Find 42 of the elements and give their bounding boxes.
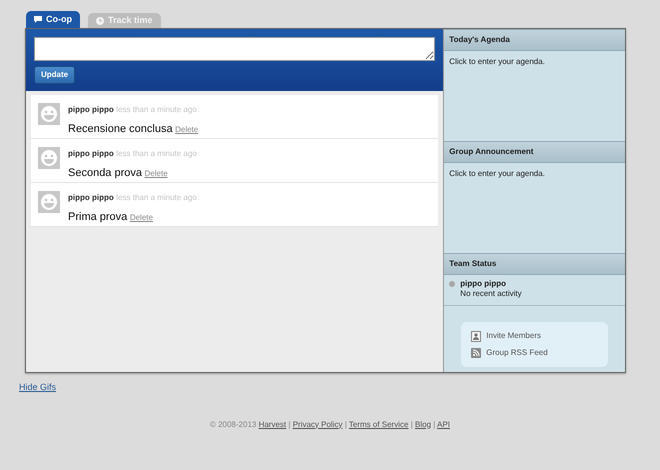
delete-link[interactable]: Delete [130, 212, 153, 222]
member-name: pippo pippo [460, 279, 508, 289]
sidebar-link[interactable]: Invite Members [471, 330, 598, 342]
member-status: No recent activity [460, 289, 522, 299]
update-button[interactable]: Update [34, 66, 76, 84]
person-icon [471, 330, 482, 342]
separator: | [288, 420, 290, 428]
post-time: less than a minute ago [116, 149, 197, 158]
section-header: Group Announcement [444, 141, 625, 163]
author-name: pippo pippo [68, 193, 114, 202]
post-time: less than a minute ago [116, 105, 197, 114]
status-field[interactable] [34, 37, 436, 61]
agenda-text[interactable]: Click to enter your agenda. [449, 169, 545, 178]
tab[interactable]: Co-op [26, 11, 80, 28]
footer-link[interactable]: Blog [415, 420, 432, 428]
footer-link[interactable]: Terms of Service [348, 420, 408, 428]
footer-link[interactable]: API [437, 420, 450, 428]
post-text: Recensione conclusa [68, 122, 173, 134]
clock-icon [96, 16, 104, 24]
smiley-avatar-icon [38, 103, 60, 125]
agenda-text[interactable]: Click to enter your agenda. [449, 57, 545, 66]
delete-link[interactable]: Delete [175, 124, 198, 134]
author-name: pippo pippo [68, 149, 114, 158]
smiley-avatar-icon [38, 191, 60, 213]
footer-link[interactable]: Harvest [258, 420, 286, 428]
post-text: Prima prova [68, 210, 128, 222]
section-header: Team Status [444, 253, 625, 275]
footer-link[interactable]: Privacy Policy [292, 420, 342, 428]
post-time: less than a minute ago [116, 193, 197, 202]
hide-gifs-link[interactable]: Hide Gifs [19, 381, 56, 394]
copyright-text: © 2008-2013 [210, 420, 256, 428]
separator: | [410, 420, 413, 428]
sidebar-link[interactable]: Group RSS Feed [471, 347, 598, 359]
speech-bubble-icon [34, 16, 42, 23]
section-header: Today's Agenda [444, 29, 625, 51]
post-text: Seconda prova [68, 166, 142, 178]
author-name: pippo pippo [68, 105, 114, 114]
separator: | [433, 420, 436, 428]
separator: | [344, 420, 347, 428]
smiley-avatar-icon [38, 147, 60, 169]
delete-link[interactable]: Delete [144, 168, 168, 178]
rss-icon [471, 348, 482, 358]
